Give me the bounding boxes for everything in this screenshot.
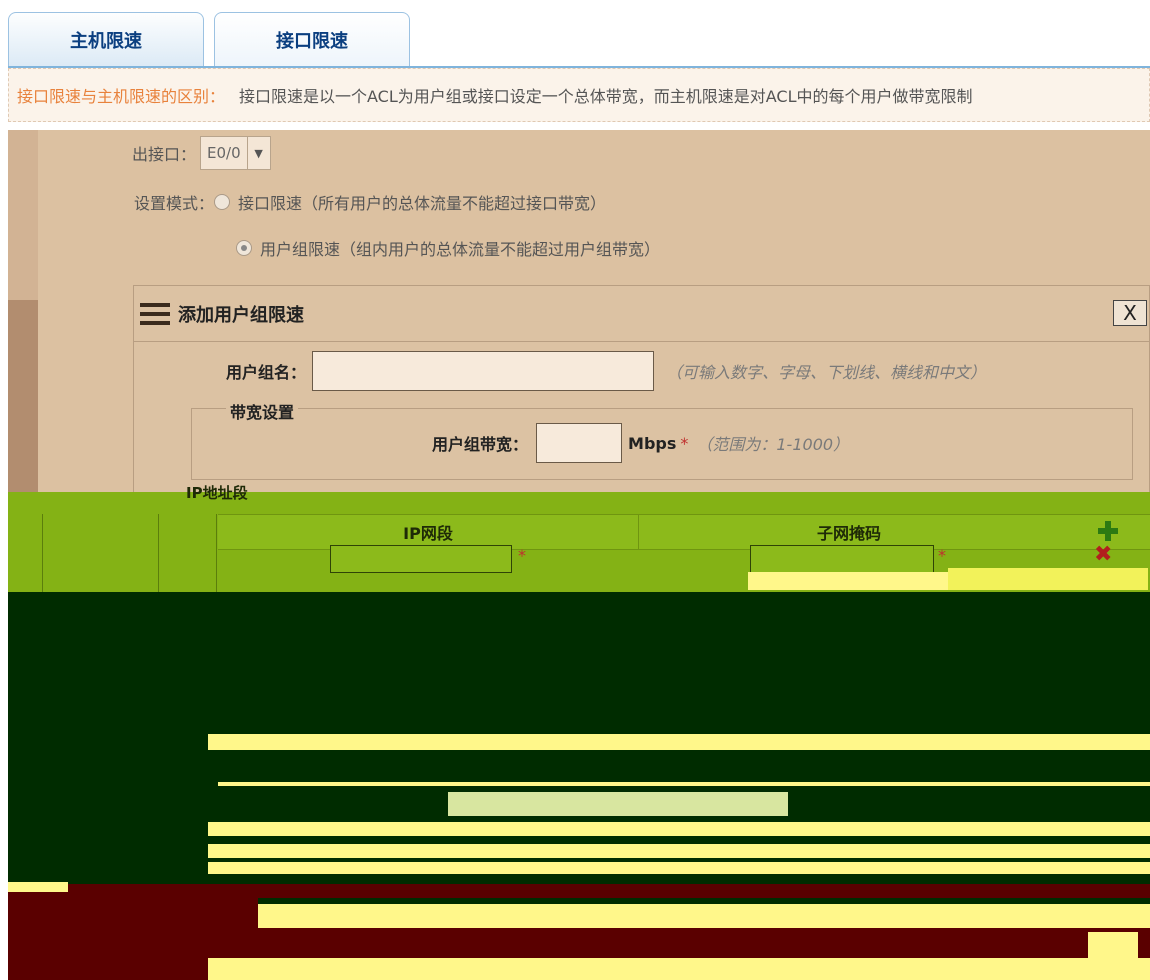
bandwidth-fieldset: 带宽设置 用户组带宽： Mbps * （范围为：1-1000） [191, 399, 1133, 480]
bandwidth-input[interactable] [536, 423, 623, 463]
bandwidth-hint: （范围为：1-1000） [696, 435, 850, 454]
column-header-ip: IP网段 [403, 524, 453, 543]
bandwidth-unit: Mbps [628, 433, 677, 453]
radio-group-mode[interactable] [236, 240, 252, 256]
corrupted-region [8, 568, 1150, 980]
bandwidth-row: 用户组带宽： Mbps * （范围为：1-1000） [432, 423, 849, 463]
info-note: 接口限速与主机限速的区别： 接口限速是以一个ACL为用户组或接口设定一个总体带宽… [8, 68, 1150, 122]
ip-segment-input[interactable] [330, 545, 512, 573]
dialog-title: 添加用户组限速 [178, 304, 304, 326]
column-divider [158, 514, 159, 592]
mode-label: 设置模式： [134, 194, 215, 213]
chevron-down-icon[interactable]: ▼ [246, 137, 270, 169]
mode-row-2: 用户组限速（组内用户的总体流量不能超过用户组带宽） [236, 236, 660, 260]
interface-row: 出接口： E0/0 ▼ [132, 136, 271, 170]
subnet-mask-input[interactable] [750, 545, 934, 573]
bandwidth-label: 用户组带宽： [432, 435, 529, 454]
left-gutter-block [8, 300, 38, 500]
mask-required-mark: * [938, 546, 946, 565]
tab-bar: 主机限速 接口限速 [8, 8, 1150, 68]
mode-option-group[interactable]: 用户组限速（组内用户的总体流量不能超过用户组带宽） [260, 236, 660, 260]
column-divider [216, 514, 217, 592]
group-name-input[interactable] [312, 351, 655, 391]
ip-section-legend: IP地址段 [186, 484, 248, 502]
group-name-hint: （可输入数字、字母、下划线、横线和中文） [666, 363, 987, 382]
tab-interface-rate-limit[interactable]: 接口限速 [214, 12, 410, 66]
delete-row-icon[interactable]: ✖ [1094, 542, 1112, 567]
ip-required-mark: * [518, 546, 526, 565]
bandwidth-legend: 带宽设置 [226, 399, 299, 423]
close-button[interactable]: X [1113, 300, 1147, 326]
column-header-mask: 子网掩码 [638, 515, 1059, 549]
dialog-header: 添加用户组限速 X [134, 286, 1149, 342]
mode-option-interface[interactable]: 接口限速（所有用户的总体流量不能超过接口带宽） [238, 190, 606, 214]
add-row-icon[interactable] [1098, 521, 1118, 541]
column-divider [42, 514, 43, 592]
group-name-label: 用户组名： [226, 363, 307, 382]
radio-interface-mode[interactable] [214, 194, 231, 210]
note-text: 接口限速是以一个ACL为用户组或接口设定一个总体带宽，而主机限速是对ACL中的每… [239, 87, 973, 106]
tab-host-rate-limit[interactable]: 主机限速 [8, 12, 204, 66]
group-name-row: 用户组名： （可输入数字、字母、下划线、横线和中文） [226, 351, 986, 391]
interface-select[interactable]: E0/0 ▼ [200, 136, 271, 170]
menu-icon [140, 302, 170, 325]
mode-row-1: 设置模式： 接口限速（所有用户的总体流量不能超过接口带宽） [134, 190, 606, 214]
interface-label: 出接口： [132, 145, 197, 164]
note-label: 接口限速与主机限速的区别： [17, 87, 226, 106]
interface-select-value: E0/0 [207, 144, 241, 162]
required-mark: * [680, 433, 689, 453]
